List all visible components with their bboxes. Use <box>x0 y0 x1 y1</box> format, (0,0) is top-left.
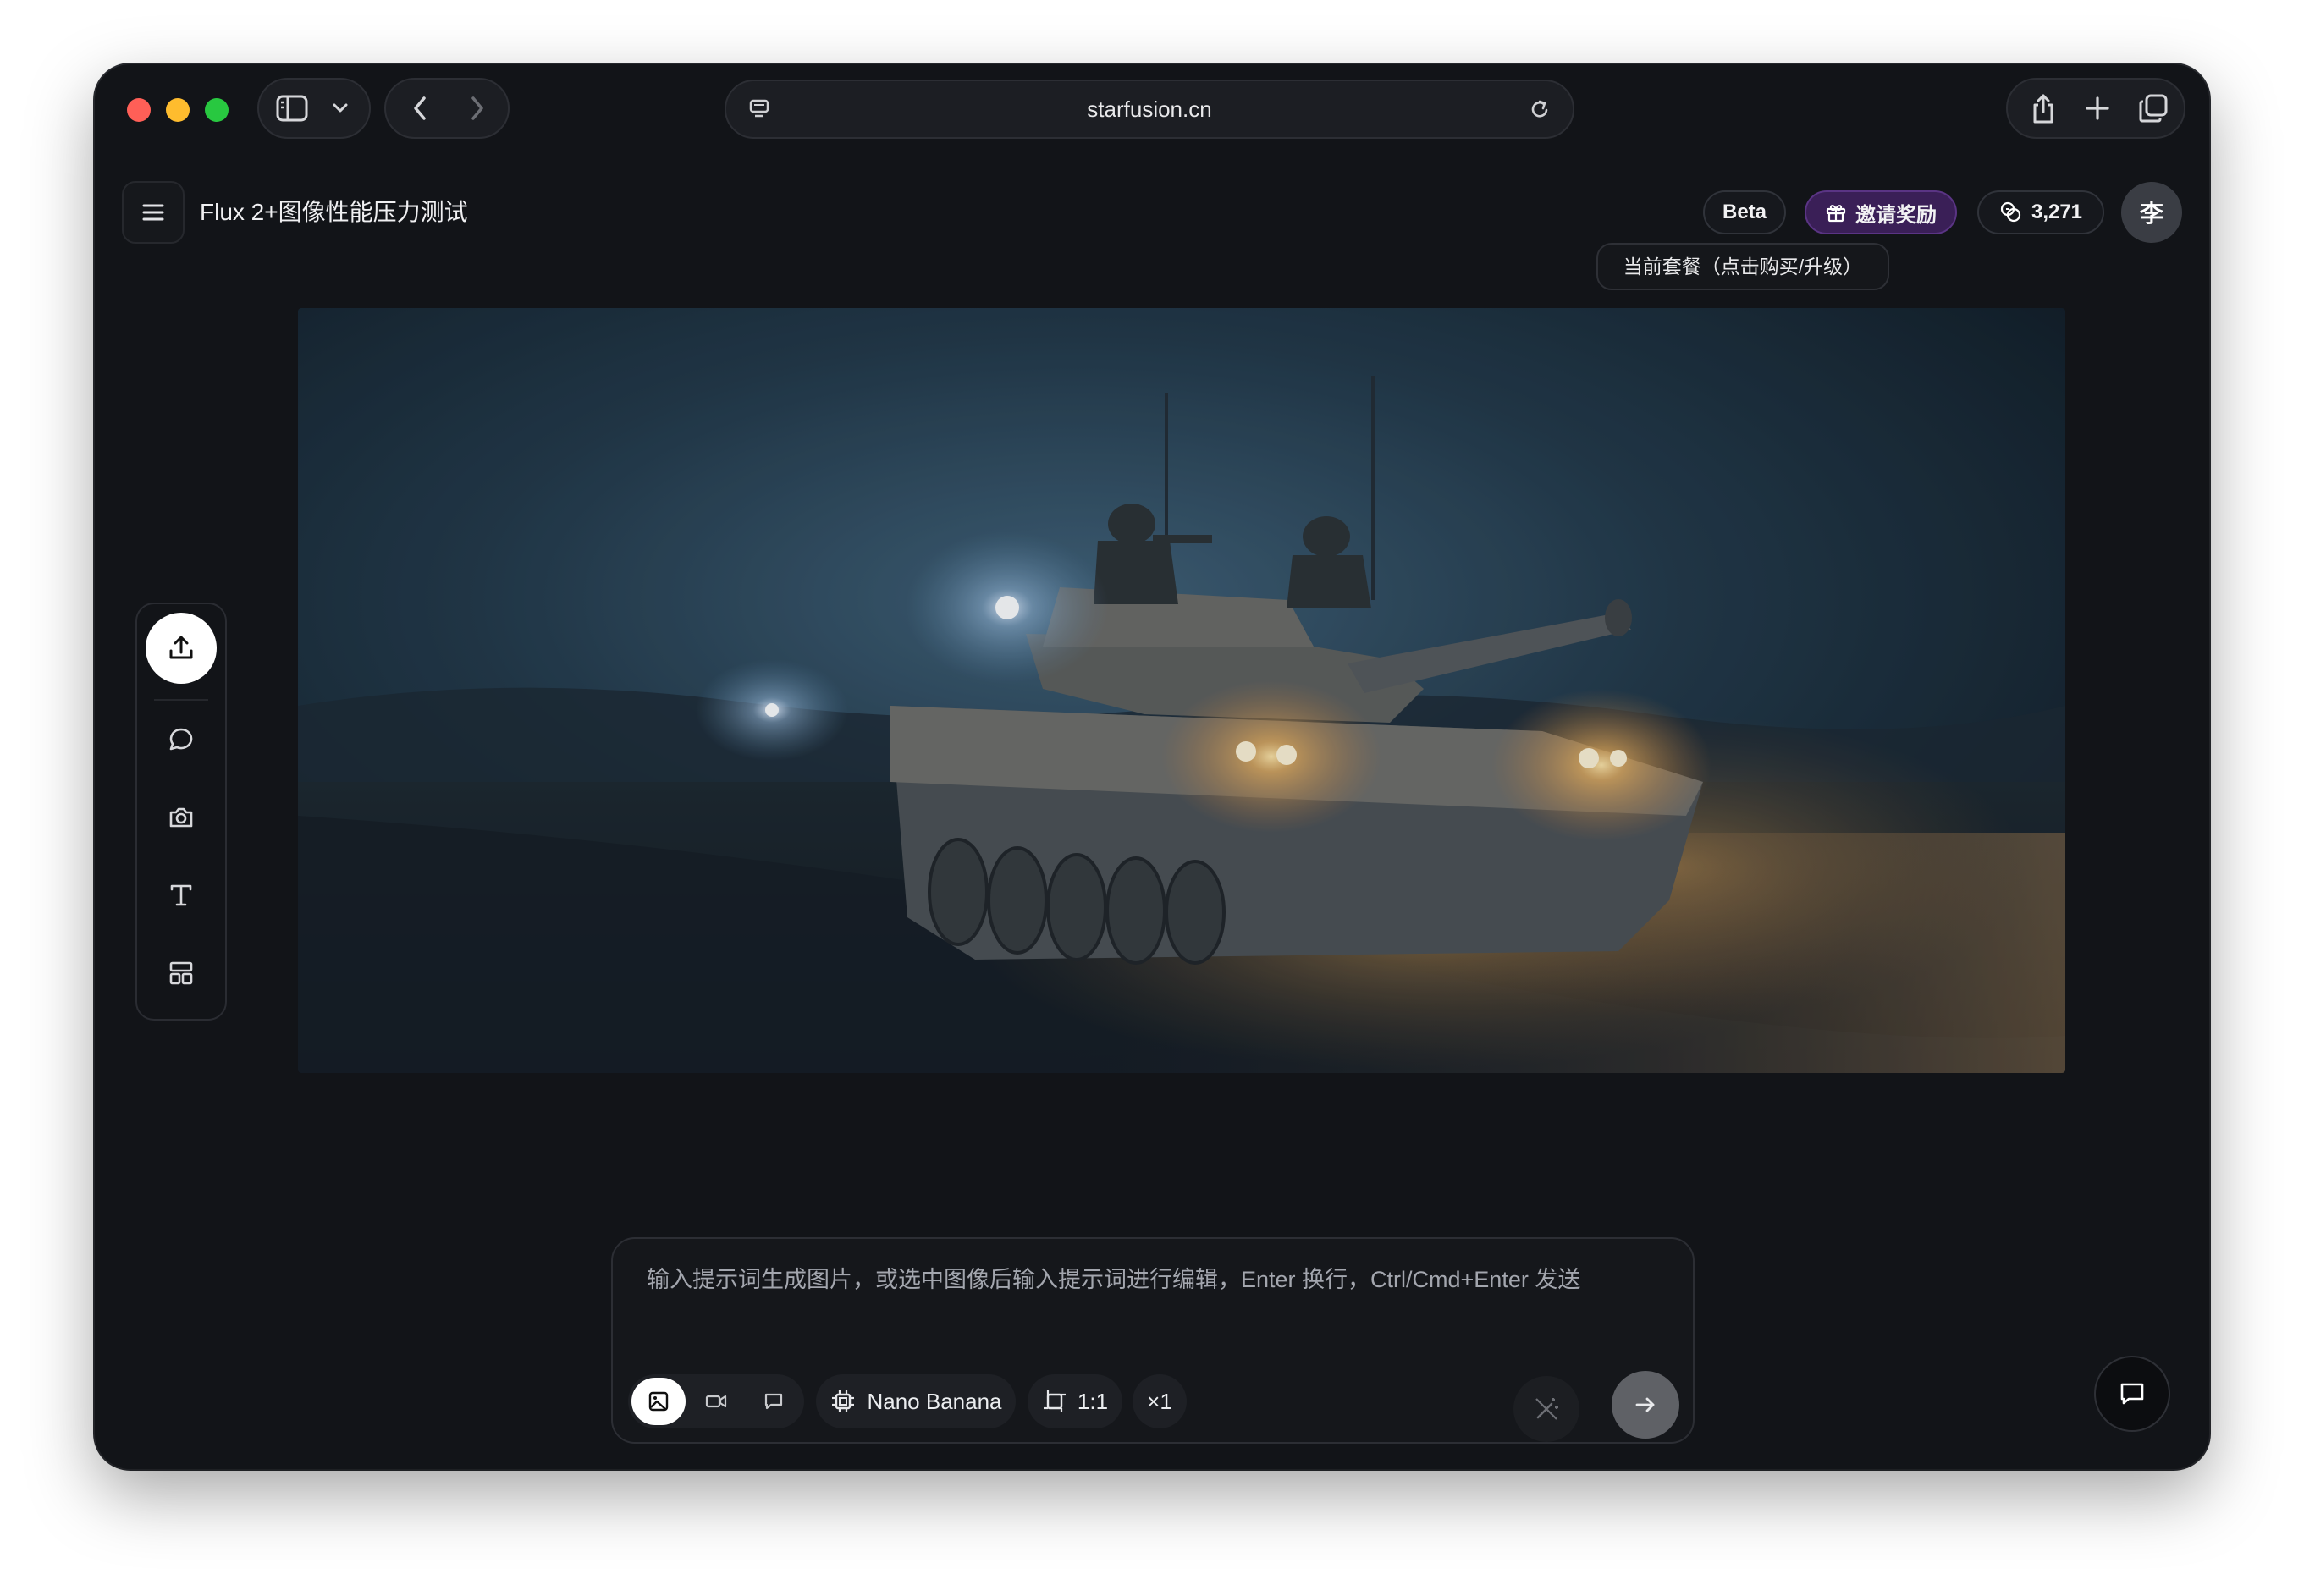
model-selector[interactable]: Nano Banana <box>816 1374 1016 1428</box>
mode-switcher <box>628 1374 804 1428</box>
image-count-value: ×1 <box>1147 1388 1172 1414</box>
url-text[interactable]: starfusion.cn <box>726 81 1573 137</box>
upload-button[interactable] <box>146 613 217 684</box>
invite-label: 邀请奖励 <box>1855 203 1937 227</box>
zoom-window-button[interactable] <box>205 98 229 122</box>
send-button[interactable] <box>1612 1371 1679 1439</box>
menu-icon <box>142 204 164 221</box>
new-tab-icon[interactable] <box>2074 86 2121 130</box>
invite-rewards-button[interactable]: 邀请奖励 <box>1805 190 1957 234</box>
aspect-ratio-icon <box>1043 1390 1066 1412</box>
beta-badge: Beta <box>1703 190 1786 234</box>
share-icon[interactable] <box>2018 86 2069 130</box>
image-mode-icon <box>648 1391 669 1412</box>
arrow-right-icon <box>1635 1397 1655 1412</box>
credits-button[interactable]: 3,271 <box>1977 190 2104 234</box>
magic-wand-icon <box>1535 1398 1558 1420</box>
layout-icon <box>169 961 193 985</box>
navigation-group <box>384 78 510 139</box>
plan-tooltip[interactable]: 当前套餐（点击购买/升级） <box>1596 243 1889 290</box>
prompt-enhance-button[interactable] <box>1513 1376 1579 1442</box>
coins-icon <box>2000 201 2021 223</box>
chat-mode-button[interactable] <box>747 1378 801 1425</box>
prompt-composer: 输入提示词生成图片，或选中图像后输入提示词进行编辑，Enter 换行，Ctrl/… <box>611 1237 1695 1444</box>
generated-image[interactable] <box>298 308 2065 1073</box>
gift-icon <box>1826 205 1846 223</box>
prompt-input[interactable]: 输入提示词生成图片，或选中图像后输入提示词进行编辑，Enter 换行，Ctrl/… <box>647 1263 1659 1296</box>
sidebar-icon[interactable] <box>271 88 313 129</box>
text-icon <box>170 884 192 906</box>
window-actions-group <box>2006 78 2185 139</box>
aspect-ratio-value: 1:1 <box>1077 1388 1109 1414</box>
aspect-ratio-selector[interactable]: 1:1 <box>1028 1374 1122 1428</box>
chat-bubble-icon <box>169 728 193 751</box>
chat-tool-button[interactable] <box>154 713 208 767</box>
minimize-window-button[interactable] <box>166 98 190 122</box>
video-mode-button[interactable] <box>689 1378 743 1425</box>
sidebar-toggle-group <box>257 78 371 139</box>
reload-icon[interactable] <box>1519 90 1561 129</box>
browser-window: starfusion.cn Flux 2+图像性能压力测试 Beta 邀请奖励 … <box>95 64 2209 1469</box>
tabs-overview-icon[interactable] <box>2128 86 2179 130</box>
layout-tool-button[interactable] <box>154 946 208 1000</box>
forward-icon[interactable] <box>454 88 501 129</box>
camera-icon <box>169 807 193 828</box>
camera-tool-button[interactable] <box>154 790 208 845</box>
project-title[interactable]: Flux 2+图像性能压力测试 <box>200 181 468 244</box>
toolbar-divider <box>154 699 208 701</box>
chat-mode-icon <box>764 1393 783 1410</box>
text-tool-button[interactable] <box>154 868 208 922</box>
chevron-down-icon[interactable] <box>323 88 357 129</box>
close-window-button[interactable] <box>127 98 151 122</box>
feedback-chat-button[interactable] <box>2094 1356 2170 1432</box>
message-icon <box>2120 1383 2144 1405</box>
beta-label: Beta <box>1722 201 1767 223</box>
hamburger-menu-button[interactable] <box>122 181 185 244</box>
user-avatar[interactable]: 李 <box>2121 182 2182 243</box>
model-name: Nano Banana <box>867 1388 1002 1414</box>
image-mode-button[interactable] <box>631 1378 686 1425</box>
credits-count: 3,271 <box>2031 201 2083 223</box>
back-icon[interactable] <box>396 88 444 129</box>
left-toolbar <box>135 603 227 1021</box>
video-mode-icon <box>705 1395 727 1408</box>
chip-icon <box>832 1390 855 1412</box>
tank-night-scene-image <box>298 308 2065 1073</box>
image-count-selector[interactable]: ×1 <box>1133 1374 1187 1428</box>
upload-icon <box>169 636 193 659</box>
address-bar[interactable]: starfusion.cn <box>725 80 1574 139</box>
